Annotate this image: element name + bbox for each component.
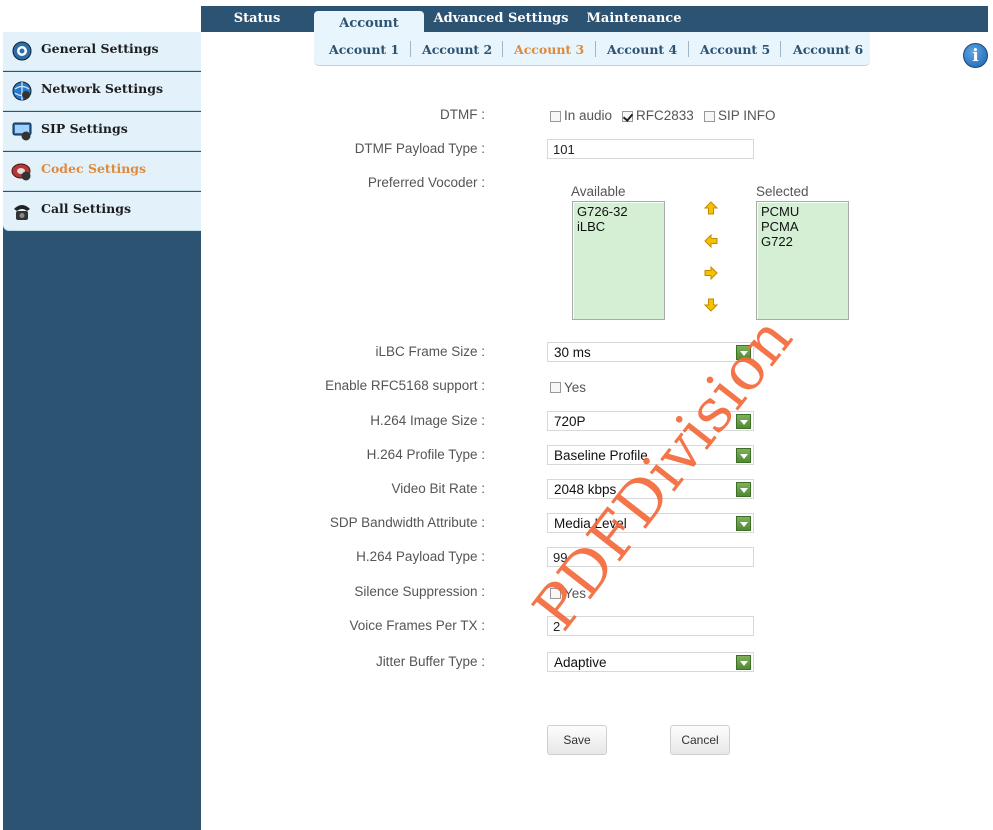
chevron-down-icon[interactable] bbox=[736, 655, 751, 670]
codec-settings-icon bbox=[11, 160, 33, 182]
voice-frames-input[interactable]: 2 bbox=[547, 616, 754, 636]
dtmf-payload-label: DTMF Payload Type : bbox=[354, 141, 485, 156]
rfc5168-checkbox[interactable] bbox=[550, 382, 561, 393]
dtmf-rfc2833-checkbox[interactable] bbox=[622, 111, 633, 122]
subtab-account-4[interactable]: Account 4 bbox=[607, 42, 677, 57]
tab-status[interactable]: Status bbox=[201, 6, 313, 32]
h264-payload-label: H.264 Payload Type : bbox=[356, 549, 485, 564]
dtmf-in-audio-label: In audio bbox=[564, 108, 613, 123]
sidebar-item-call-settings[interactable]: Call Settings bbox=[3, 192, 201, 231]
subtab-divider bbox=[502, 41, 503, 57]
ilbc-frame-value: 30 ms bbox=[554, 345, 591, 360]
sidebar-item-codec-settings[interactable]: Codec Settings bbox=[3, 152, 201, 191]
subtab-divider bbox=[688, 41, 689, 57]
sidebar-item-label: Codec Settings bbox=[41, 161, 147, 176]
subtab-divider bbox=[780, 41, 781, 57]
sidebar-item-label: Network Settings bbox=[41, 81, 163, 96]
h264-profile-select[interactable]: Baseline Profile bbox=[547, 445, 754, 465]
dtmf-sip-info-label: SIP INFO bbox=[718, 108, 776, 123]
list-item[interactable]: PCMU bbox=[761, 204, 844, 219]
video-bitrate-label: Video Bit Rate : bbox=[391, 481, 485, 496]
h264-image-label: H.264 Image Size : bbox=[370, 413, 485, 428]
selected-codecs-heading: Selected bbox=[756, 184, 809, 199]
chevron-down-icon[interactable] bbox=[736, 448, 751, 463]
ilbc-frame-select[interactable]: 30 ms bbox=[547, 342, 754, 362]
h264-image-select[interactable]: 720P bbox=[547, 411, 754, 431]
selected-codecs-list[interactable]: PCMU PCMA G722 bbox=[756, 201, 849, 320]
subtab-divider bbox=[595, 41, 596, 57]
call-settings-icon bbox=[11, 200, 33, 222]
chevron-down-icon[interactable] bbox=[736, 345, 751, 360]
silence-suppression-option-label: Yes bbox=[564, 586, 587, 601]
voice-frames-label: Voice Frames Per TX : bbox=[349, 618, 485, 633]
sdp-bandwidth-select[interactable]: Media Level bbox=[547, 513, 754, 533]
h264-profile-label: H.264 Profile Type : bbox=[366, 447, 485, 462]
info-icon[interactable]: i bbox=[963, 43, 988, 68]
account-sub-tab-bar: Account 1 Account 2 Account 3 Account 4 … bbox=[314, 32, 870, 66]
move-down-arrow-icon[interactable] bbox=[704, 298, 718, 312]
rfc5168-label: Enable RFC5168 support : bbox=[325, 378, 485, 393]
cancel-button[interactable]: Cancel bbox=[670, 725, 730, 755]
chevron-down-icon[interactable] bbox=[736, 414, 751, 429]
chevron-down-icon[interactable] bbox=[736, 482, 751, 497]
video-bitrate-value: 2048 kbps bbox=[554, 482, 617, 497]
h264-profile-value: Baseline Profile bbox=[554, 448, 648, 463]
dtmf-label: DTMF : bbox=[440, 107, 485, 122]
sidebar-item-label: General Settings bbox=[41, 41, 159, 56]
list-item[interactable]: PCMA bbox=[761, 219, 844, 234]
dtmf-rfc2833-label: RFC2833 bbox=[636, 108, 694, 123]
h264-payload-input[interactable]: 99 bbox=[547, 547, 754, 567]
sidebar-item-label: Call Settings bbox=[41, 201, 132, 216]
h264-image-value: 720P bbox=[554, 414, 586, 429]
tab-maintenance[interactable]: Maintenance bbox=[582, 6, 686, 32]
top-tab-bar: Status Account Advanced Settings Mainten… bbox=[201, 6, 988, 41]
jitter-buffer-select[interactable]: Adaptive bbox=[547, 652, 754, 672]
ilbc-frame-label: iLBC Frame Size : bbox=[375, 344, 485, 359]
available-codecs-list[interactable]: G726-32 iLBC bbox=[572, 201, 665, 320]
sdp-bandwidth-value: Media Level bbox=[554, 516, 627, 531]
dtmf-sip-info-checkbox[interactable] bbox=[704, 111, 715, 122]
subtab-account-3[interactable]: Account 3 bbox=[514, 42, 584, 57]
move-up-arrow-icon[interactable] bbox=[704, 201, 718, 215]
list-item[interactable]: iLBC bbox=[577, 219, 660, 234]
chevron-down-icon[interactable] bbox=[736, 516, 751, 531]
vocoder-label: Preferred Vocoder : bbox=[367, 175, 485, 190]
sidebar-item-network-settings[interactable]: Network Settings bbox=[3, 72, 201, 111]
sidebar-item-label: SIP Settings bbox=[41, 121, 128, 136]
sidebar-item-sip-settings[interactable]: SIP Settings bbox=[3, 112, 201, 151]
save-button[interactable]: Save bbox=[547, 725, 607, 755]
sip-settings-icon bbox=[11, 120, 33, 142]
available-codecs-heading: Available bbox=[571, 184, 626, 199]
list-item[interactable]: G726-32 bbox=[577, 204, 660, 219]
silence-suppression-checkbox[interactable] bbox=[550, 588, 561, 599]
subtab-account-6[interactable]: Account 6 bbox=[793, 42, 863, 57]
general-settings-icon bbox=[11, 40, 33, 62]
dtmf-payload-input[interactable]: 101 bbox=[547, 139, 754, 159]
network-settings-icon bbox=[11, 80, 33, 102]
video-bitrate-select[interactable]: 2048 kbps bbox=[547, 479, 754, 499]
subtab-account-5[interactable]: Account 5 bbox=[700, 42, 770, 57]
move-right-arrow-icon[interactable] bbox=[704, 266, 718, 280]
sidebar-item-general-settings[interactable]: General Settings bbox=[3, 32, 201, 71]
rfc5168-option-label: Yes bbox=[564, 380, 587, 395]
sdp-bandwidth-label: SDP Bandwidth Attribute : bbox=[329, 515, 485, 530]
tab-advanced-settings[interactable]: Advanced Settings bbox=[430, 6, 572, 32]
silence-suppression-label: Silence Suppression : bbox=[354, 584, 485, 599]
list-item[interactable]: G722 bbox=[761, 234, 844, 249]
move-left-arrow-icon[interactable] bbox=[704, 234, 718, 248]
subtab-account-1[interactable]: Account 1 bbox=[329, 42, 399, 57]
subtab-account-2[interactable]: Account 2 bbox=[422, 42, 492, 57]
jitter-buffer-value: Adaptive bbox=[554, 655, 607, 670]
subtab-divider bbox=[410, 41, 411, 57]
jitter-buffer-label: Jitter Buffer Type : bbox=[375, 654, 485, 669]
dtmf-in-audio-checkbox[interactable] bbox=[550, 111, 561, 122]
